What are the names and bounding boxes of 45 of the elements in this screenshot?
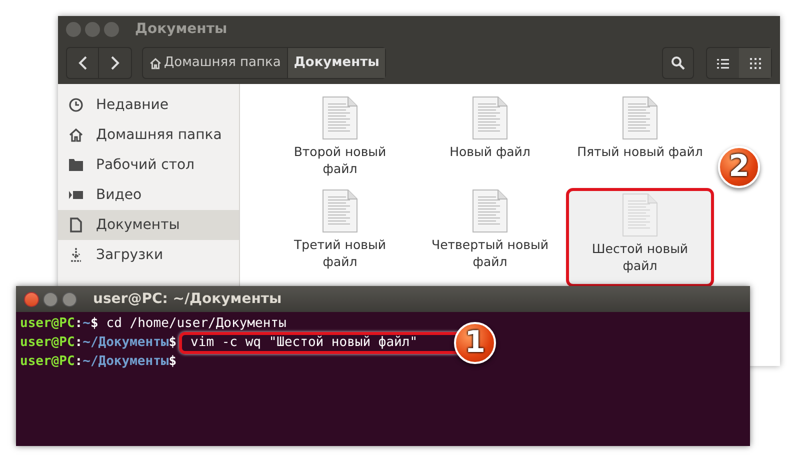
terminal-prompt: user@PC:~/Документы$ bbox=[20, 334, 177, 352]
clock-icon bbox=[68, 97, 84, 113]
sidebar-item[interactable]: Домашняя папка bbox=[58, 120, 239, 150]
close-icon[interactable] bbox=[24, 292, 39, 306]
callout-number: 1 bbox=[454, 322, 496, 364]
sidebar-item[interactable]: Документы bbox=[58, 210, 239, 240]
text-file-icon bbox=[472, 96, 508, 140]
grid-icon bbox=[750, 58, 760, 68]
sidebar-item[interactable]: Загрузки bbox=[58, 240, 239, 270]
text-file-icon bbox=[322, 189, 358, 233]
file-item[interactable]: Новый файл bbox=[415, 94, 565, 187]
document-icon bbox=[68, 217, 84, 233]
terminal-command: vim -c wq "Шестой новый файл" bbox=[190, 334, 418, 352]
file-item[interactable]: Четвертый новый файл bbox=[415, 187, 565, 280]
home-icon bbox=[68, 127, 84, 143]
file-item[interactable]: Шестой новый файл bbox=[569, 191, 711, 284]
text-file-icon bbox=[622, 193, 658, 237]
maximize-icon[interactable] bbox=[62, 292, 77, 306]
chevron-left-icon bbox=[78, 56, 88, 70]
sidebar-item[interactable]: Видео bbox=[58, 180, 239, 210]
terminal-prompt: user@PC:~$ bbox=[20, 315, 98, 333]
search-icon bbox=[671, 56, 685, 70]
file-item[interactable]: Третий новый файл bbox=[265, 187, 415, 280]
path-button[interactable]: Домашняя папка bbox=[143, 48, 287, 78]
chevron-right-icon bbox=[110, 56, 120, 70]
minimize-icon[interactable] bbox=[43, 292, 58, 306]
text-file-icon bbox=[472, 189, 508, 233]
download-icon bbox=[68, 247, 84, 263]
terminal-prompt: user@PC:~/Документы$ bbox=[20, 353, 177, 371]
sidebar-item[interactable]: Недавние bbox=[58, 90, 239, 120]
search-button[interactable] bbox=[662, 47, 694, 79]
file-item[interactable]: Второй новый файл bbox=[265, 94, 415, 187]
list-icon bbox=[717, 58, 729, 68]
file-item[interactable]: Пятый новый файл bbox=[565, 94, 715, 187]
callout-number: 2 bbox=[718, 146, 760, 188]
sidebar-item[interactable]: Рабочий стол bbox=[58, 150, 239, 180]
folder-icon bbox=[68, 157, 84, 173]
text-file-icon bbox=[322, 96, 358, 140]
path-button[interactable]: Документы bbox=[286, 48, 386, 78]
terminal-command: cd /home/user/Документы bbox=[106, 315, 286, 333]
window-title: Документы bbox=[135, 20, 228, 38]
text-file-icon bbox=[622, 96, 658, 140]
window-title: user@PC: ~/Документы bbox=[93, 290, 282, 308]
grid-view-button[interactable] bbox=[739, 48, 771, 78]
home-icon bbox=[149, 56, 162, 70]
